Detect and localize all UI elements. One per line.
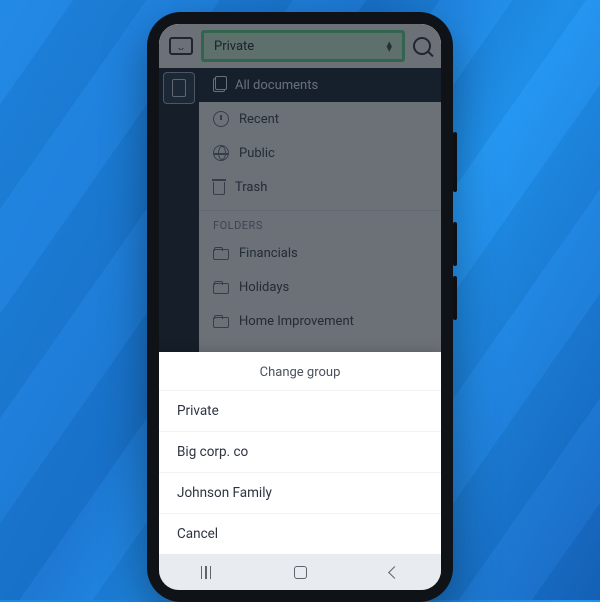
sheet-cancel[interactable]: Cancel — [159, 513, 441, 554]
nav-home-button[interactable] — [294, 566, 307, 579]
sheet-title: Change group — [159, 352, 441, 390]
sheet-option-private[interactable]: Private — [159, 390, 441, 431]
power-button — [453, 132, 457, 192]
android-navbar — [159, 554, 441, 590]
sheet-option-johnson-family[interactable]: Johnson Family — [159, 472, 441, 513]
change-group-sheet: Change group Private Big corp. co Johnso… — [159, 352, 441, 554]
volume-up — [453, 222, 457, 266]
phone-screen: Private ▴▾ All documents — [159, 24, 441, 590]
nav-recent-button[interactable] — [201, 566, 212, 579]
phone-frame: Private ▴▾ All documents — [147, 12, 453, 602]
nav-back-button[interactable] — [389, 566, 402, 579]
volume-down — [453, 276, 457, 320]
sheet-option-big-corp[interactable]: Big corp. co — [159, 431, 441, 472]
